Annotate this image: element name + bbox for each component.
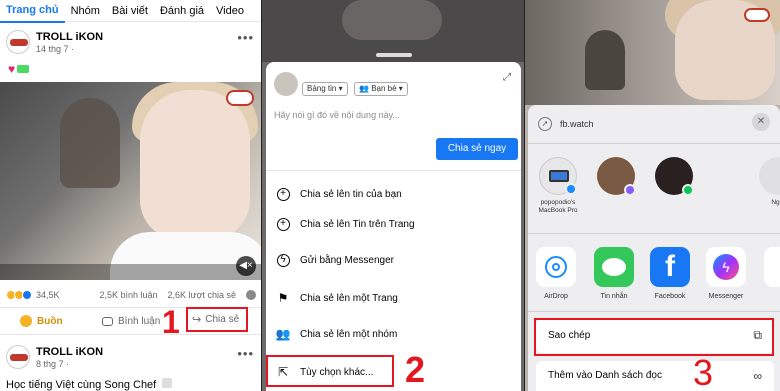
contact-avatar-2 [655, 157, 694, 196]
partial-app-icon [764, 247, 780, 287]
line-badge-icon [682, 184, 694, 196]
step-number-1: 1 [162, 304, 180, 340]
expand-icon[interactable]: ⤢ [503, 72, 511, 83]
comment-button[interactable]: Bình luận [102, 316, 160, 327]
share-sheet-panel: Bảng tin ▾ 👥 Bạn bè ▾ ⤢ Hãy nói gì đó về… [262, 0, 525, 391]
video-background-person [60, 98, 120, 188]
channel-logo [226, 90, 254, 106]
share-sheet: Bảng tin ▾ 👥 Bạn bè ▾ ⤢ Hãy nói gì đó về… [266, 62, 521, 391]
contact-partial[interactable]: Nghi [756, 157, 780, 207]
mute-icon[interactable]: ◀× [236, 256, 256, 276]
heart-icon: ♥ [8, 62, 16, 76]
app-messenger[interactable]: ϟ Messenger [704, 247, 748, 300]
app-facebook[interactable]: f Facebook [648, 247, 692, 300]
post2-header: TROLL iKON 8 thg 7 · [6, 345, 103, 369]
video-preview [525, 0, 780, 105]
post2-date: 8 thg 7 · [36, 358, 70, 369]
plus-circle-icon: + [274, 185, 292, 203]
plus-circle-icon: + [274, 215, 292, 233]
messenger-app-icon: ϟ [706, 247, 746, 287]
close-icon[interactable]: ✕ [752, 113, 770, 131]
messenger-icon: ϟ [274, 251, 292, 269]
comment-icon [102, 316, 113, 326]
sad-react-button[interactable]: Buồn [20, 315, 63, 327]
airdrop-icon [536, 247, 576, 287]
audience-selector[interactable]: Bảng tin ▾ [302, 82, 348, 96]
reaction-icons[interactable]: 34,5K [6, 290, 60, 300]
add-reading-list-action[interactable]: Thêm vào Danh sách đọc ∞ [548, 368, 768, 383]
post2-author[interactable]: TROLL iKON [36, 346, 103, 358]
airdrop-device-macbook[interactable]: popopodio's MacBook Pro [536, 157, 580, 215]
contact-avatar [597, 157, 636, 196]
page-avatar[interactable] [6, 30, 30, 54]
user-avatar [274, 72, 298, 96]
app-messages[interactable]: Tin nhắn [592, 247, 636, 300]
facebook-page-panel: Trang chủ Nhóm Bài viết Đánh giá Video T… [0, 0, 262, 391]
share-now-button[interactable]: Chia sẻ ngay [436, 138, 518, 160]
tab-posts[interactable]: Bài viết [106, 0, 154, 22]
post-header: TROLL iKON 14 thg 7 · [6, 30, 103, 54]
contact-avatar-3 [759, 157, 780, 195]
compose-input[interactable]: Hãy nói gì đó về nội dung này... [274, 110, 400, 120]
like-icon [22, 290, 32, 300]
flag-icon: ⚑ [277, 291, 289, 305]
menu-share-to-page[interactable]: ⚑ Chia sẻ lên một Trang [274, 288, 514, 308]
menu-send-messenger[interactable]: ϟ Gửi bằng Messenger [274, 250, 514, 270]
tab-video[interactable]: Video [210, 0, 250, 22]
more-options-icon[interactable]: ••• [237, 30, 254, 45]
privacy-selector[interactable]: 👥 Bạn bè ▾ [354, 82, 408, 96]
tab-home[interactable]: Trang chủ [0, 0, 65, 23]
more-options-icon-2[interactable]: ••• [237, 346, 254, 361]
airdrop-badge-icon [565, 183, 577, 195]
page-tabs: Trang chủ Nhóm Bài viết Đánh giá Video [0, 0, 262, 23]
app-airdrop[interactable]: AirDrop [534, 247, 578, 300]
url-header: ➚ fb.watch [538, 117, 594, 131]
tab-reviews[interactable]: Đánh giá [154, 0, 210, 22]
group-icon: 👥 [275, 327, 291, 341]
caret-down-icon: ▾ [338, 84, 343, 93]
post-emoji-line: ♥ [8, 62, 30, 76]
channel-logo-2 [744, 8, 770, 22]
post-stats: 34,5K 2,5K bình luận 2,6K lượt chia sẻ [6, 290, 256, 300]
facebook-icon: f [650, 247, 690, 287]
app-partial[interactable] [762, 247, 780, 287]
menu-share-to-group[interactable]: 👥 Chia sẻ lên một nhóm [274, 324, 514, 344]
caret-down-icon-2: ▾ [398, 84, 403, 93]
menu-share-to-story[interactable]: + Chia sẻ lên tin của bạn [274, 184, 514, 204]
sad-emoji-icon [20, 315, 32, 327]
compass-icon: ➚ [538, 117, 552, 131]
step-number-3: 3 [693, 352, 714, 391]
contact-messenger[interactable] [594, 157, 638, 199]
post-video[interactable]: ◀× [0, 82, 262, 280]
share-url: fb.watch [560, 119, 594, 129]
copy-highlight [534, 318, 774, 356]
menu-share-to-page-story[interactable]: + Chia sẻ lên Tin trên Trang [274, 214, 514, 234]
share-count[interactable]: 2,6K lượt chia sẻ [168, 290, 236, 300]
chef-emoji-icon [162, 378, 173, 388]
page-avatar-2[interactable] [6, 345, 30, 369]
reaction-count: 34,5K [36, 290, 60, 300]
glasses-icon: ∞ [753, 368, 762, 383]
friends-icon: 👥 [359, 84, 369, 93]
laptop-icon [539, 157, 577, 195]
comment-count[interactable]: 2,5K bình luận [99, 290, 157, 300]
ios-share-panel: ➚ fb.watch ✕ popopodio's MacBook Pro Ng … [525, 0, 780, 391]
share-button-highlight [186, 307, 248, 332]
tab-groups[interactable]: Nhóm [65, 0, 106, 22]
messenger-badge-icon [624, 184, 636, 196]
video-social-bar [0, 264, 262, 280]
sheet-handle[interactable] [376, 53, 412, 57]
step-number-2: 2 [405, 349, 426, 390]
post-date: 14 thg 7 · [36, 43, 75, 54]
viewer-avatar [246, 290, 256, 300]
water-gun-icon [17, 65, 30, 73]
post2-text: Học tiếng Việt cùng Song Chef [6, 378, 173, 391]
messages-icon [594, 247, 634, 287]
post-author[interactable]: TROLL iKON [36, 31, 103, 43]
video-person-face [140, 90, 250, 240]
more-options-highlight [266, 355, 394, 387]
contact-line[interactable] [652, 157, 696, 199]
